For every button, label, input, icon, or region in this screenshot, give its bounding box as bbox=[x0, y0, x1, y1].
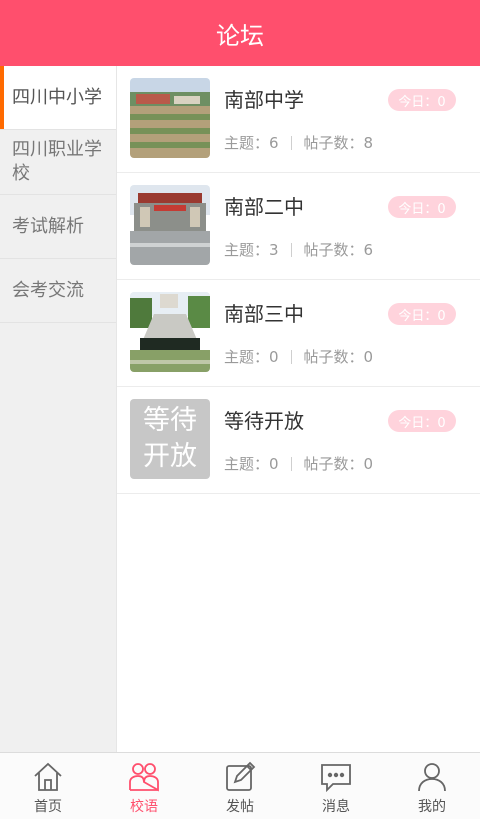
stats-divider bbox=[290, 242, 292, 257]
tab-label: 校语 bbox=[130, 799, 158, 815]
sidebar-item-label: 会考交流 bbox=[12, 279, 84, 301]
tab-post[interactable]: 发帖 bbox=[192, 753, 288, 819]
tab-label: 发帖 bbox=[226, 799, 254, 815]
sidebar-item-label: 四川中小学 bbox=[12, 86, 102, 108]
forum-title: 等待开放 bbox=[224, 409, 304, 433]
stats-divider bbox=[290, 456, 292, 471]
forum-title: 南部中学 bbox=[224, 88, 304, 112]
bottom-navigation: 首页 校语 发帖 消息 我的 bbox=[0, 752, 480, 819]
forum-stats: 主题：0 帖子数：0 bbox=[224, 453, 373, 474]
forum-row[interactable]: 南部二中 今日：0 主题：3 帖子数：6 bbox=[117, 173, 480, 280]
forum-list: 南部中学 今日：0 主题：6 帖子数：8 南部二中 今日：0 主题：3 帖子数：… bbox=[117, 66, 480, 752]
sidebar-item-label: 考试解析 bbox=[12, 215, 84, 237]
forum-title: 南部三中 bbox=[224, 302, 304, 326]
tab-home[interactable]: 首页 bbox=[0, 753, 96, 819]
tab-label: 首页 bbox=[34, 799, 62, 815]
forum-stats: 主题：0 帖子数：0 bbox=[224, 346, 373, 367]
message-icon bbox=[321, 764, 351, 793]
today-badge: 今日：0 bbox=[388, 410, 456, 432]
sidebar-item-exam-exchange[interactable]: 会考交流 bbox=[0, 259, 116, 323]
sidebar-item-vocational-schools[interactable]: 四川职业学校 bbox=[0, 130, 116, 195]
post-count: 帖子数：6 bbox=[303, 241, 374, 259]
topic-count: 主题：3 bbox=[224, 241, 279, 259]
app-header: 论坛 bbox=[0, 0, 480, 66]
edit-icon bbox=[226, 761, 256, 791]
thumbnail-label: 等待开放 bbox=[143, 405, 197, 472]
topic-count: 主题：0 bbox=[224, 455, 279, 473]
forum-title: 南部二中 bbox=[224, 195, 304, 219]
home-icon bbox=[34, 762, 62, 791]
tab-school-talk[interactable]: 校语 bbox=[96, 753, 192, 819]
sidebar-item-label: 四川职业学校 bbox=[12, 139, 102, 184]
forum-stats: 主题：6 帖子数：8 bbox=[224, 132, 373, 153]
sidebar-item-exam-analysis[interactable]: 考试解析 bbox=[0, 195, 116, 259]
today-badge: 今日：0 bbox=[388, 196, 456, 218]
forum-row[interactable]: 南部三中 今日：0 主题：0 帖子数：0 bbox=[117, 280, 480, 387]
today-badge: 今日：0 bbox=[388, 89, 456, 111]
post-count: 帖子数：0 bbox=[303, 455, 374, 473]
topic-count: 主题：0 bbox=[224, 348, 279, 366]
user-icon bbox=[418, 763, 446, 792]
placeholder-thumbnail: 等待开放 bbox=[130, 399, 210, 479]
people-icon bbox=[129, 763, 159, 792]
school-thumbnail bbox=[130, 292, 210, 372]
school-thumbnail bbox=[130, 185, 210, 265]
stats-divider bbox=[290, 135, 292, 150]
forum-row[interactable]: 南部中学 今日：0 主题：6 帖子数：8 bbox=[117, 66, 480, 173]
post-count: 帖子数：0 bbox=[303, 348, 374, 366]
post-count: 帖子数：8 bbox=[303, 134, 374, 152]
tab-label: 我的 bbox=[418, 799, 446, 815]
page-title: 论坛 bbox=[216, 21, 264, 50]
forum-row[interactable]: 等待开放 等待开放 今日：0 主题：0 帖子数：0 bbox=[117, 387, 480, 494]
tab-label: 消息 bbox=[322, 799, 350, 815]
sidebar-item-sichuan-schools[interactable]: 四川中小学 bbox=[0, 66, 116, 130]
topic-count: 主题：6 bbox=[224, 134, 279, 152]
forum-stats: 主题：3 帖子数：6 bbox=[224, 239, 373, 260]
today-badge: 今日：0 bbox=[388, 303, 456, 325]
tab-mine[interactable]: 我的 bbox=[384, 753, 480, 819]
category-sidebar: 四川中小学 四川职业学校 考试解析 会考交流 bbox=[0, 66, 117, 752]
school-thumbnail bbox=[130, 78, 210, 158]
tab-messages[interactable]: 消息 bbox=[288, 753, 384, 819]
stats-divider bbox=[290, 349, 292, 364]
